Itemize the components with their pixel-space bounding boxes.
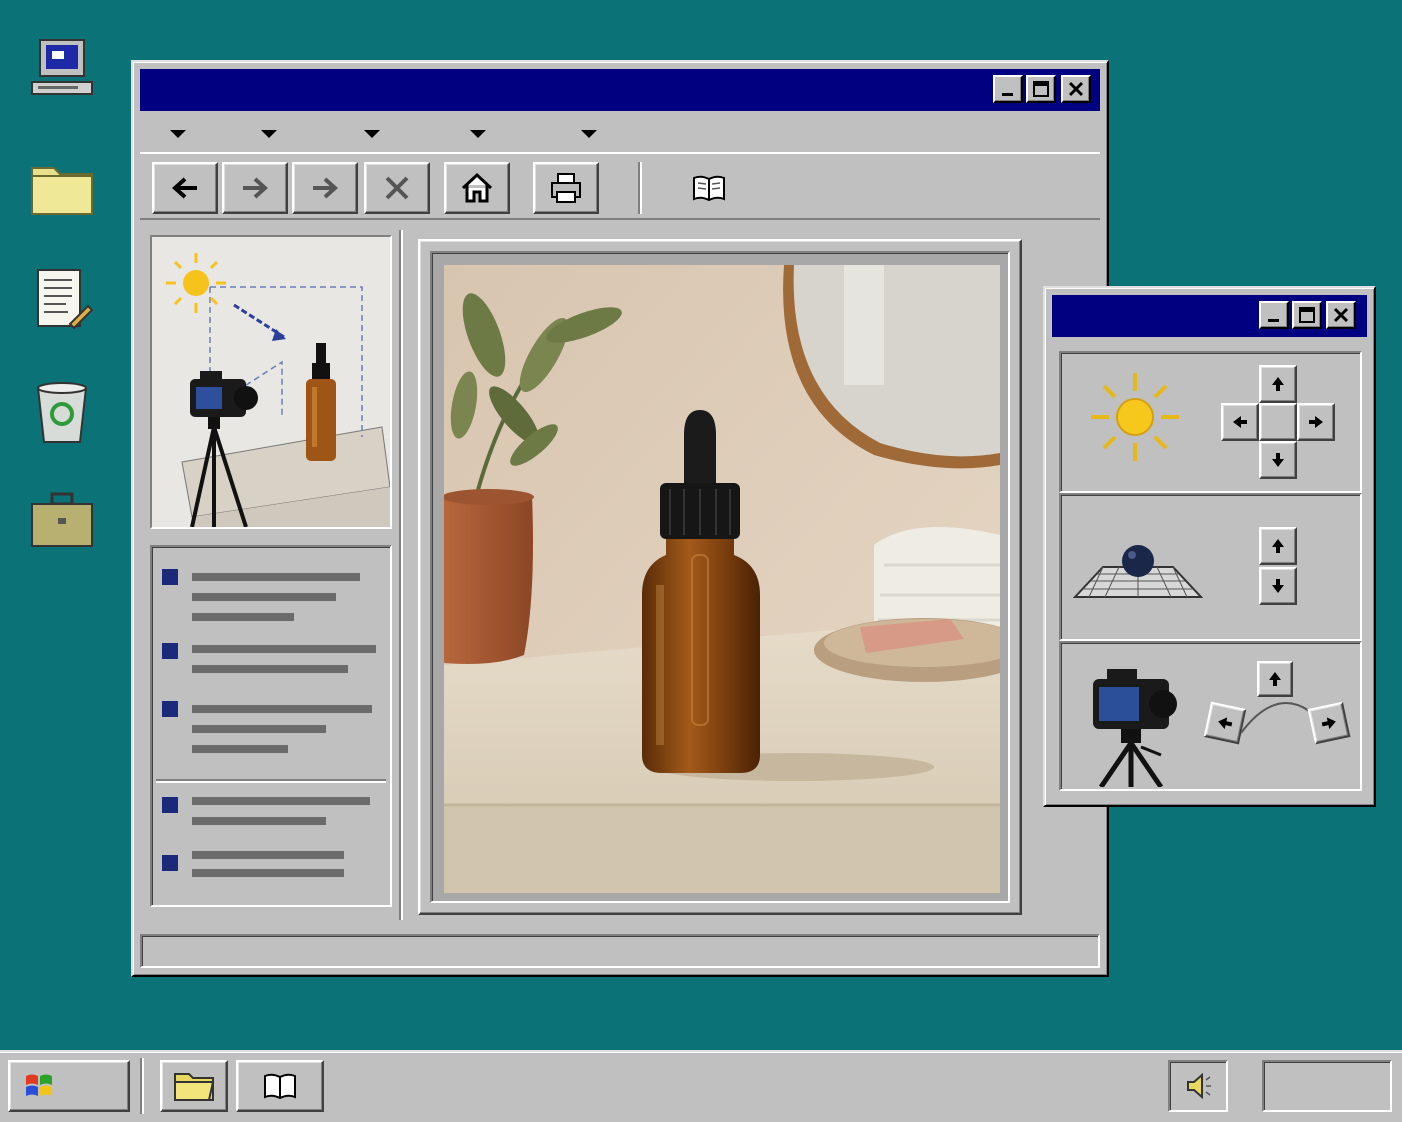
- my-computer-icon[interactable]: [26, 34, 98, 106]
- chevron-down-icon: [261, 130, 277, 138]
- object-up-button[interactable]: [1259, 527, 1297, 565]
- print-button[interactable]: [533, 162, 599, 214]
- object-down-button[interactable]: [1259, 567, 1297, 605]
- arrow-up-icon: [1272, 377, 1284, 391]
- back-button[interactable]: [152, 162, 218, 214]
- arrow-right-icon: [1309, 416, 1323, 428]
- maximize-button[interactable]: [1292, 301, 1322, 329]
- main-window: [131, 60, 1109, 977]
- close-button[interactable]: [1061, 75, 1091, 103]
- camera-orbit-right-button[interactable]: [1307, 701, 1351, 745]
- properties-list: [150, 545, 392, 907]
- book-icon: [693, 175, 725, 202]
- menu-bar: [140, 114, 1100, 150]
- home-icon: [461, 172, 493, 203]
- product-photo[interactable]: [444, 265, 1000, 893]
- bullet-icon: [162, 643, 178, 659]
- menu-4[interactable]: [456, 124, 496, 144]
- status-bar: [140, 934, 1100, 968]
- close-icon: [1333, 307, 1349, 323]
- light-right-button[interactable]: [1297, 403, 1335, 441]
- image-viewer: [418, 239, 1022, 915]
- light-left-button[interactable]: [1221, 403, 1259, 441]
- scene-diagram-thumbnail[interactable]: [150, 235, 392, 529]
- minimize-button[interactable]: [1259, 301, 1289, 329]
- scene-controls-window: [1043, 286, 1376, 807]
- object-on-grid-icon: [1073, 545, 1203, 598]
- close-icon: [1068, 81, 1084, 97]
- camera-orbit-left-button[interactable]: [1203, 701, 1247, 745]
- camera-up-button[interactable]: [1257, 661, 1293, 697]
- bullet-icon: [162, 855, 178, 871]
- bullet-icon: [162, 569, 178, 585]
- chevron-down-icon: [470, 130, 486, 138]
- menu-5[interactable]: [567, 124, 607, 144]
- object-control-panel: [1059, 493, 1362, 641]
- close-button[interactable]: [1326, 301, 1356, 329]
- arrow-right-icon: [1321, 717, 1336, 730]
- stop-icon: [385, 176, 409, 200]
- menu-2[interactable]: [247, 124, 287, 144]
- home-button[interactable]: [444, 162, 510, 214]
- main-titlebar[interactable]: [140, 69, 1100, 111]
- arrow-up-icon: [1272, 539, 1284, 553]
- light-down-button[interactable]: [1259, 441, 1297, 479]
- camera-control-panel: [1059, 641, 1362, 791]
- volume-tray[interactable]: [1168, 1060, 1228, 1112]
- arrow-up-icon: [1269, 672, 1281, 686]
- pane-splitter[interactable]: [399, 230, 403, 920]
- left-pane: [150, 235, 392, 907]
- minimize-icon: [1268, 319, 1279, 322]
- taskbar-separator: [140, 1058, 144, 1114]
- forward-alt-icon: [313, 177, 338, 199]
- folder-icon: [174, 1073, 215, 1101]
- chevron-down-icon: [581, 130, 597, 138]
- chevron-down-icon: [364, 130, 380, 138]
- arrow-down-icon: [1272, 453, 1284, 467]
- folder-icon[interactable]: [26, 152, 98, 224]
- taskbar-book-button[interactable]: [236, 1060, 324, 1112]
- sun-icon: [1091, 373, 1179, 461]
- taskbar-folder-button[interactable]: [160, 1060, 228, 1112]
- scene-controls-titlebar[interactable]: [1052, 295, 1367, 337]
- forward-button[interactable]: [222, 162, 288, 214]
- taskbar: [0, 1050, 1402, 1122]
- start-button[interactable]: [8, 1060, 130, 1112]
- minimize-button[interactable]: [993, 75, 1023, 103]
- light-control-panel: [1059, 351, 1362, 493]
- forward-alt-button[interactable]: [292, 162, 358, 214]
- toolbar: [140, 152, 1100, 220]
- book-icon: [264, 1073, 296, 1100]
- light-center-button[interactable]: [1259, 403, 1297, 441]
- briefcase-icon[interactable]: [26, 488, 98, 560]
- maximize-icon: [1033, 81, 1049, 97]
- back-icon: [172, 177, 197, 199]
- bullet-icon: [162, 797, 178, 813]
- tray-clock: [1262, 1060, 1392, 1112]
- light-up-button[interactable]: [1259, 365, 1297, 403]
- list-divider: [156, 779, 386, 783]
- camera-icon: [1093, 669, 1177, 787]
- image-viewer-inner: [430, 251, 1010, 903]
- stop-button[interactable]: [364, 162, 430, 214]
- book-button[interactable]: [676, 162, 742, 214]
- print-icon: [551, 173, 581, 203]
- speaker-icon: [1187, 1072, 1211, 1100]
- menu-1[interactable]: [156, 124, 196, 144]
- windows-logo-icon: [26, 1074, 52, 1096]
- arrow-left-icon: [1233, 416, 1247, 428]
- sun-icon: [166, 253, 226, 313]
- notepad-icon[interactable]: [26, 264, 98, 336]
- arrow-left-icon: [1218, 717, 1233, 730]
- maximize-button[interactable]: [1026, 75, 1056, 103]
- minimize-icon: [1002, 93, 1013, 96]
- bullet-icon: [162, 701, 178, 717]
- forward-icon: [243, 177, 268, 199]
- toolbar-separator: [638, 162, 642, 214]
- maximize-icon: [1299, 307, 1315, 323]
- arrow-down-icon: [1272, 579, 1284, 593]
- menu-3[interactable]: [350, 124, 390, 144]
- chevron-down-icon: [170, 130, 186, 138]
- recycle-bin-icon[interactable]: [26, 376, 98, 448]
